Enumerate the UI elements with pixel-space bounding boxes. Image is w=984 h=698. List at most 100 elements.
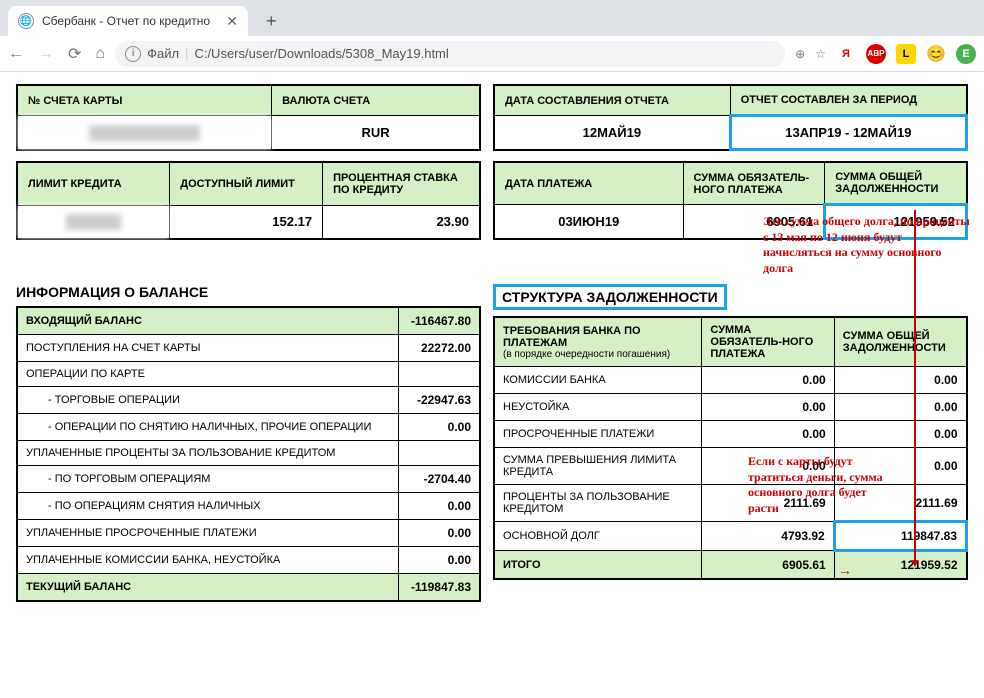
label-account: № СЧЕТА КАРТЫ bbox=[17, 85, 272, 116]
annotation-1: Это сумма общего долга, но проценты с 13… bbox=[763, 214, 973, 276]
table-row-label: - ПО ОПЕРАЦИЯМ СНЯТИЯ НАЛИЧНЫХ bbox=[17, 493, 398, 520]
value-currency: RUR bbox=[272, 116, 480, 150]
profile-icon[interactable]: Е bbox=[956, 44, 976, 64]
nav-buttons: ← → ⟳ ⌂ bbox=[8, 44, 105, 64]
table-row-label: СУММА ПРЕВЫШЕНИЯ ЛИМИТА КРЕДИТА bbox=[494, 448, 702, 485]
label-current: ТЕКУЩИЙ БАЛАНС bbox=[17, 574, 398, 602]
browser-chrome: 🌐 Сбербанк - Отчет по кредитно ✕ + ← → ⟳… bbox=[0, 0, 984, 72]
debt-table: ТРЕБОВАНИЯ БАНКА ПО ПЛАТЕЖАМ (в порядке … bbox=[493, 316, 968, 580]
table-row-value: 0.00 bbox=[398, 414, 480, 441]
forward-icon[interactable]: → bbox=[38, 45, 54, 63]
tabs-row: 🌐 Сбербанк - Отчет по кредитно ✕ + bbox=[0, 0, 984, 36]
table-row-label: - ТОРГОВЫЕ ОПЕРАЦИИ bbox=[17, 387, 398, 414]
table-row-value bbox=[398, 362, 480, 387]
yandex-icon[interactable]: Я bbox=[836, 44, 856, 64]
label-rate: ПРОЦЕНТНАЯ СТАВКА ПО КРЕДИТУ bbox=[323, 162, 480, 205]
table-row-min: 0.00 bbox=[702, 421, 834, 448]
value-account: ████████████ bbox=[17, 116, 272, 150]
label-minpay-col: СУММА ОБЯЗАТЕЛЬ-НОГО ПЛАТЕЖА bbox=[702, 317, 834, 367]
label-paydate: ДАТА ПЛАТЕЖА bbox=[494, 162, 683, 205]
table-row-label: - ОПЕРАЦИИ ПО СНЯТИЮ НАЛИЧНЫХ, ПРОЧИЕ ОП… bbox=[17, 414, 398, 441]
label-total-col: СУММА ОБЩЕЙ ЗАДОЛЖЕННОСТИ bbox=[834, 317, 966, 367]
zoom-icon[interactable]: ⊕ bbox=[795, 47, 805, 61]
label-report-date: ДАТА СОСТАВЛЕНИЯ ОТЧЕТА bbox=[494, 85, 730, 116]
label-period: ОТЧЕТ СОСТАВЛЕН ЗА ПЕРИОД bbox=[730, 85, 966, 116]
info-icon[interactable]: i bbox=[125, 46, 141, 62]
close-icon[interactable]: ✕ bbox=[226, 13, 238, 30]
table-row-tot: 119847.83 bbox=[834, 522, 966, 551]
table-row-value: 0.00 bbox=[398, 520, 480, 547]
adblock-icon[interactable]: ABP bbox=[866, 44, 886, 64]
address-bar[interactable]: i Файл | C:/Users/user/Downloads/5308_Ma… bbox=[115, 41, 785, 67]
label-req: ТРЕБОВАНИЯ БАНКА ПО ПЛАТЕЖАМ (в порядке … bbox=[494, 317, 702, 367]
label-limit: ЛИМИТ КРЕДИТА bbox=[17, 162, 170, 205]
page-content: № СЧЕТА КАРТЫ ВАЛЮТА СЧЕТА ████████████ … bbox=[0, 72, 984, 614]
url-prefix: Файл bbox=[147, 46, 179, 61]
value-avail: 152.17 bbox=[170, 205, 323, 239]
home-icon[interactable]: ⌂ bbox=[95, 45, 105, 63]
table-row-label: ОПЕРАЦИИ ПО КАРТЕ bbox=[17, 362, 398, 387]
label-incoming: ВХОДЯЩИЙ БАЛАНС bbox=[17, 307, 398, 335]
table-row-label: УПЛАЧЕННЫЕ ПРОЦЕНТЫ ЗА ПОЛЬЗОВАНИЕ КРЕДИ… bbox=[17, 441, 398, 466]
label-minpay: СУММА ОБЯЗАТЕЛЬ-НОГО ПЛАТЕЖА bbox=[683, 162, 825, 205]
table-row-label: УПЛАЧЕННЫЕ КОМИССИИ БАНКА, НЕУСТОЙКА bbox=[17, 547, 398, 574]
url-text: C:/Users/user/Downloads/5308_May19.html bbox=[194, 46, 448, 61]
browser-tab[interactable]: 🌐 Сбербанк - Отчет по кредитно ✕ bbox=[8, 6, 248, 36]
debt-title: СТРУКТУРА ЗАДОЛЖЕННОСТИ bbox=[493, 284, 727, 310]
debt-section: Это сумма общего долга, но проценты с 13… bbox=[493, 284, 968, 580]
tab-title: Сбербанк - Отчет по кредитно bbox=[42, 14, 218, 28]
arrow-line-1 bbox=[914, 210, 916, 562]
table-row-label: ПРОЦЕНТЫ ЗА ПОЛЬЗОВАНИЕ КРЕДИТОМ bbox=[494, 485, 702, 522]
reload-icon[interactable]: ⟳ bbox=[68, 44, 81, 64]
value-period: 13АПР19 - 12МАЙ19 bbox=[730, 116, 966, 150]
table-row-min: 0.00 bbox=[702, 367, 834, 394]
table-row-label: - ПО ТОРГОВЫМ ОПЕРАЦИЯМ bbox=[17, 466, 398, 493]
value-current: -119847.83 bbox=[398, 574, 480, 602]
limit-table: ЛИМИТ КРЕДИТА ДОСТУПНЫЙ ЛИМИТ ПРОЦЕНТНАЯ… bbox=[16, 161, 481, 240]
table-row-value bbox=[398, 441, 480, 466]
smile-icon[interactable]: 😊 bbox=[926, 44, 946, 64]
balance-section: ИНФОРМАЦИЯ О БАЛАНСЕ ВХОДЯЩИЙ БАЛАНС -11… bbox=[16, 284, 481, 602]
account-table: № СЧЕТА КАРТЫ ВАЛЮТА СЧЕТА ████████████ … bbox=[16, 84, 481, 151]
arrow-head-2: → bbox=[838, 562, 852, 578]
table-row-label: ПОСТУПЛЕНИЯ НА СЧЕТ КАРТЫ bbox=[17, 335, 398, 362]
table-row-value: -22947.63 bbox=[398, 387, 480, 414]
back-icon[interactable]: ← bbox=[8, 45, 24, 63]
label-avail: ДОСТУПНЫЙ ЛИМИТ bbox=[170, 162, 323, 205]
table-row-tot: 0.00 bbox=[834, 421, 966, 448]
table-row-label: НЕУСТОЙКА bbox=[494, 394, 702, 421]
value-incoming: -116467.80 bbox=[398, 307, 480, 335]
table-row-label: ПРОСРОЧЕННЫЕ ПЛАТЕЖИ bbox=[494, 421, 702, 448]
table-row-min: 4793.92 bbox=[702, 522, 834, 551]
extensions: ⊕ ☆ Я ABP L 😊 Е bbox=[795, 44, 976, 64]
ext-l-icon[interactable]: L bbox=[896, 44, 916, 64]
table-row-tot: 0.00 bbox=[834, 367, 966, 394]
table-row-value: 22272.00 bbox=[398, 335, 480, 362]
table-row-label: КОМИССИИ БАНКА bbox=[494, 367, 702, 394]
annotation-2: Если с карты будут тратиться деньги, сум… bbox=[748, 454, 888, 516]
label-itogo: ИТОГО bbox=[494, 551, 702, 580]
value-report-date: 12МАЙ19 bbox=[494, 116, 730, 150]
balance-title: ИНФОРМАЦИЯ О БАЛАНСЕ bbox=[16, 284, 481, 300]
table-row-min: 0.00 bbox=[702, 394, 834, 421]
value-limit: ██████ bbox=[17, 205, 170, 239]
label-total-debt: СУММА ОБЩЕЙ ЗАДОЛЖЕННОСТИ bbox=[825, 162, 967, 205]
balance-table: ВХОДЯЩИЙ БАЛАНС -116467.80 ПОСТУПЛЕНИЯ Н… bbox=[16, 306, 481, 602]
table-row-label: УПЛАЧЕННЫЕ ПРОСРОЧЕННЫЕ ПЛАТЕЖИ bbox=[17, 520, 398, 547]
table-row-value: 0.00 bbox=[398, 547, 480, 574]
new-tab-button[interactable]: + bbox=[258, 7, 285, 36]
table-row-value: -2704.40 bbox=[398, 466, 480, 493]
value-paydate: 03ИЮН19 bbox=[494, 205, 683, 239]
star-icon[interactable]: ☆ bbox=[815, 47, 826, 61]
table-row-tot: 0.00 bbox=[834, 394, 966, 421]
table-row-label: ОСНОВНОЙ ДОЛГ bbox=[494, 522, 702, 551]
table-row-value: 0.00 bbox=[398, 493, 480, 520]
value-itogo-tot: 121959.52 bbox=[834, 551, 966, 580]
label-currency: ВАЛЮТА СЧЕТА bbox=[272, 85, 480, 116]
toolbar: ← → ⟳ ⌂ i Файл | C:/Users/user/Downloads… bbox=[0, 36, 984, 72]
arrow-head-1: ▼ bbox=[909, 556, 921, 570]
report-date-table: ДАТА СОСТАВЛЕНИЯ ОТЧЕТА ОТЧЕТ СОСТАВЛЕН … bbox=[493, 84, 968, 151]
value-itogo-min: 6905.61 bbox=[702, 551, 834, 580]
value-rate: 23.90 bbox=[323, 205, 480, 239]
globe-icon: 🌐 bbox=[18, 13, 34, 29]
